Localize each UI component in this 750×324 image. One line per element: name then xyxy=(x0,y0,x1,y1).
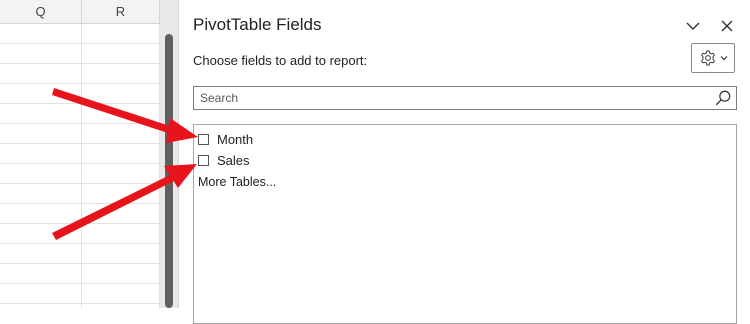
chevron-down-icon xyxy=(686,22,700,30)
more-tables-link[interactable]: More Tables... xyxy=(198,175,276,189)
scroll-up-button[interactable] xyxy=(160,0,334,18)
scrollbar-thumb[interactable] xyxy=(165,34,173,308)
field-label: Month xyxy=(217,131,254,147)
month-checkbox[interactable] xyxy=(198,133,209,145)
column-header-q[interactable]: Q xyxy=(0,0,82,24)
sheet-row[interactable] xyxy=(0,84,160,104)
sheet-row[interactable] xyxy=(0,264,160,284)
sheet-row[interactable] xyxy=(0,184,160,204)
field-item-sales[interactable]: Sales xyxy=(198,150,250,170)
sheet-row[interactable] xyxy=(0,164,160,184)
sheet-row[interactable] xyxy=(0,204,160,224)
sales-checkbox[interactable] xyxy=(198,154,209,166)
search-icon[interactable] xyxy=(714,89,732,107)
sheet-row[interactable] xyxy=(0,44,160,64)
field-list: Month Sales More Tables... xyxy=(193,124,737,324)
pivottable-fields-pane: PivotTable Fields Choose fields to add t… xyxy=(178,0,750,324)
column-header-label: Q xyxy=(35,4,46,19)
search-box[interactable] xyxy=(193,86,737,110)
choose-fields-label: Choose fields to add to report: xyxy=(193,53,368,68)
chevron-down-icon xyxy=(720,56,727,61)
field-label: Sales xyxy=(217,152,250,168)
gear-icon xyxy=(700,50,715,66)
spreadsheet-grid[interactable]: Q R xyxy=(0,0,160,308)
sheet-row[interactable] xyxy=(0,24,160,44)
tools-button[interactable] xyxy=(691,43,735,73)
column-header-label: R xyxy=(115,4,126,19)
column-header-r[interactable]: R xyxy=(82,0,160,24)
field-item-month[interactable]: Month xyxy=(198,129,253,149)
search-input[interactable] xyxy=(194,87,716,109)
sheet-row[interactable] xyxy=(0,224,160,244)
sheet-row[interactable] xyxy=(0,64,160,84)
pane-options-button[interactable] xyxy=(683,16,703,36)
sheet-row[interactable] xyxy=(0,124,160,144)
close-button[interactable] xyxy=(717,16,737,36)
sheet-row[interactable] xyxy=(0,244,160,264)
sheet-row[interactable] xyxy=(0,144,160,164)
sheet-row[interactable] xyxy=(0,284,160,304)
sheet-row[interactable] xyxy=(0,104,160,124)
pane-title: PivotTable Fields xyxy=(193,15,322,34)
close-icon xyxy=(721,20,733,32)
